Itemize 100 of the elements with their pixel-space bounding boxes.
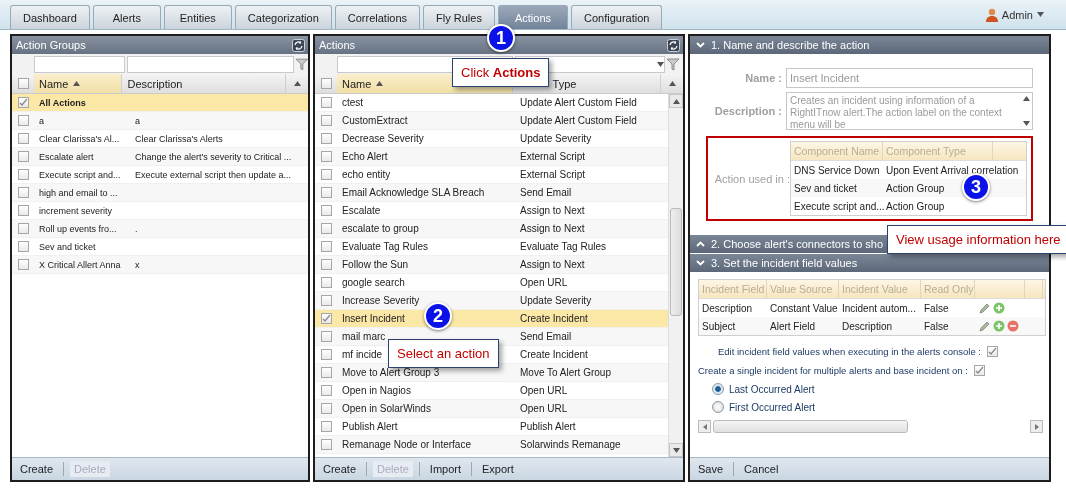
checkbox[interactable]: [320, 223, 332, 234]
checkbox[interactable]: [17, 133, 29, 144]
scroll-up-icon[interactable]: [1022, 96, 1030, 101]
checkbox[interactable]: [320, 115, 332, 126]
list-row[interactable]: increment severity: [12, 202, 308, 220]
list-row[interactable]: ctest Update Alert Custom Field: [315, 94, 668, 112]
toolbar-button[interactable]: Save: [694, 461, 728, 477]
list-row[interactable]: Clear Clarissa's Al... Clear Clarissa's Alerts: [12, 130, 308, 148]
list-row[interactable]: X Critical Allert Anna x: [12, 256, 308, 274]
checkbox[interactable]: [320, 439, 332, 450]
list-row[interactable]: Escalate Assign to Next: [315, 202, 668, 220]
checkbox[interactable]: [320, 187, 332, 198]
checkbox[interactable]: [320, 151, 332, 162]
section-header[interactable]: 3. Set the incident field values: [690, 254, 1049, 272]
radio-button[interactable]: [712, 383, 724, 395]
checkbox[interactable]: [320, 169, 332, 180]
list-row[interactable]: Escalate alert Change the alert's severity to Critical ...: [12, 148, 308, 166]
refresh-icon[interactable]: [667, 38, 680, 52]
column-header[interactable]: Description: [122, 74, 286, 93]
remove-icon[interactable]: [1007, 320, 1019, 332]
list-row[interactable]: Publish Alert Publish Alert: [315, 418, 668, 436]
list-row[interactable]: escalate to group Assign to Next: [315, 220, 668, 238]
pencil-icon[interactable]: [978, 301, 991, 315]
list-row[interactable]: CustomExtract Update Alert Custom Field: [315, 112, 668, 130]
dropdown-caret-icon[interactable]: [657, 61, 664, 67]
checkbox[interactable]: [320, 349, 332, 360]
list-row[interactable]: Execute script and... Execute external script then update a...: [12, 166, 308, 184]
add-icon[interactable]: [993, 302, 1005, 314]
checkbox[interactable]: [987, 346, 998, 357]
chevron-down-icon[interactable]: [696, 260, 705, 266]
tab[interactable]: Configuration: [571, 5, 663, 29]
checkbox[interactable]: [320, 403, 332, 414]
checkbox[interactable]: [973, 365, 985, 376]
scroll-up-icon[interactable]: [672, 98, 680, 104]
checkbox[interactable]: [320, 241, 332, 252]
tab[interactable]: Fly Rules: [423, 5, 495, 29]
checkbox[interactable]: [320, 331, 332, 342]
checkbox[interactable]: [17, 187, 29, 198]
checkbox[interactable]: [17, 205, 29, 216]
caret-icon[interactable]: [1037, 12, 1044, 17]
list-row[interactable]: Roll up events fro... .: [12, 220, 308, 238]
checkbox[interactable]: [17, 115, 29, 126]
list-row[interactable]: All Actions: [12, 94, 308, 112]
tab[interactable]: Alerts: [92, 5, 161, 29]
scroll-down-icon[interactable]: [1022, 121, 1030, 126]
toolbar-button[interactable]: Import: [425, 461, 465, 477]
scroll-left-icon[interactable]: [702, 423, 707, 430]
tab[interactable]: Dashboard: [10, 5, 90, 29]
toolbar-button[interactable]: Export: [478, 461, 518, 477]
tab[interactable]: Categorization: [234, 5, 332, 29]
list-row[interactable]: Move to Alert Group 3 Move To Alert Group: [315, 364, 668, 382]
checkbox[interactable]: [17, 259, 29, 270]
horizontal-scrollbar[interactable]: [698, 420, 1043, 433]
list-row[interactable]: Email Acknowledge SLA Breach Send Email: [315, 184, 668, 202]
list-row[interactable]: Decrease Severity Update Severity: [315, 130, 668, 148]
scrollbar[interactable]: [668, 94, 683, 457]
chevron-down-icon[interactable]: [696, 42, 705, 48]
scroll-right-icon[interactable]: [1034, 423, 1039, 430]
list-row[interactable]: google search Open URL: [315, 274, 668, 292]
checkbox[interactable]: [17, 169, 29, 180]
list-row[interactable]: Open in Nagios Open URL: [315, 382, 668, 400]
list-row[interactable]: a a: [12, 112, 308, 130]
list-row[interactable]: Follow the Sun Assign to Next: [315, 256, 668, 274]
checkbox[interactable]: [320, 313, 332, 324]
checkbox[interactable]: [320, 385, 332, 396]
list-row[interactable]: Sev and ticket: [12, 238, 308, 256]
tab[interactable]: Correlations: [334, 5, 421, 29]
radio-button[interactable]: [712, 401, 724, 413]
checkbox[interactable]: [320, 205, 332, 216]
scroll-down-icon[interactable]: [672, 447, 680, 453]
checkbox[interactable]: [320, 97, 332, 108]
toolbar-button[interactable]: Create: [319, 461, 361, 477]
checkbox[interactable]: [17, 151, 29, 162]
checkbox[interactable]: [17, 97, 29, 108]
checkbox[interactable]: [320, 78, 332, 89]
toolbar-button[interactable]: Cancel: [740, 461, 783, 477]
filter-field[interactable]: [34, 55, 126, 73]
list-row[interactable]: Evaluate Tag Rules Evaluate Tag Rules: [315, 238, 668, 256]
list-row[interactable]: Echo Alert External Script: [315, 148, 668, 166]
checkbox[interactable]: [320, 259, 332, 270]
filter-field[interactable]: [127, 55, 295, 73]
list-row[interactable]: Remanage Node or Interface Solarwinds Remanage: [315, 436, 668, 454]
list-row[interactable]: Open in SolarWinds Open URL: [315, 400, 668, 418]
refresh-icon[interactable]: [292, 38, 305, 52]
list-row[interactable]: echo entity External Script: [315, 166, 668, 184]
list-row[interactable]: high and email to ...: [12, 184, 308, 202]
add-icon[interactable]: [993, 320, 1005, 332]
checkbox[interactable]: [320, 133, 332, 144]
scroll-up-icon[interactable]: [668, 81, 676, 86]
checkbox[interactable]: [320, 367, 332, 378]
checkbox[interactable]: [17, 78, 29, 89]
tab[interactable]: Entities: [163, 5, 232, 29]
checkbox[interactable]: [17, 223, 29, 234]
user-name[interactable]: Admin: [1001, 8, 1033, 21]
section-header[interactable]: 1. Name and describe the action: [690, 36, 1049, 54]
list-row[interactable]: Increase Severity Update Severity: [315, 292, 668, 310]
scroll-thumb[interactable]: [670, 208, 682, 316]
checkbox[interactable]: [320, 295, 332, 306]
checkbox[interactable]: [17, 241, 29, 252]
checkbox[interactable]: [320, 421, 332, 432]
